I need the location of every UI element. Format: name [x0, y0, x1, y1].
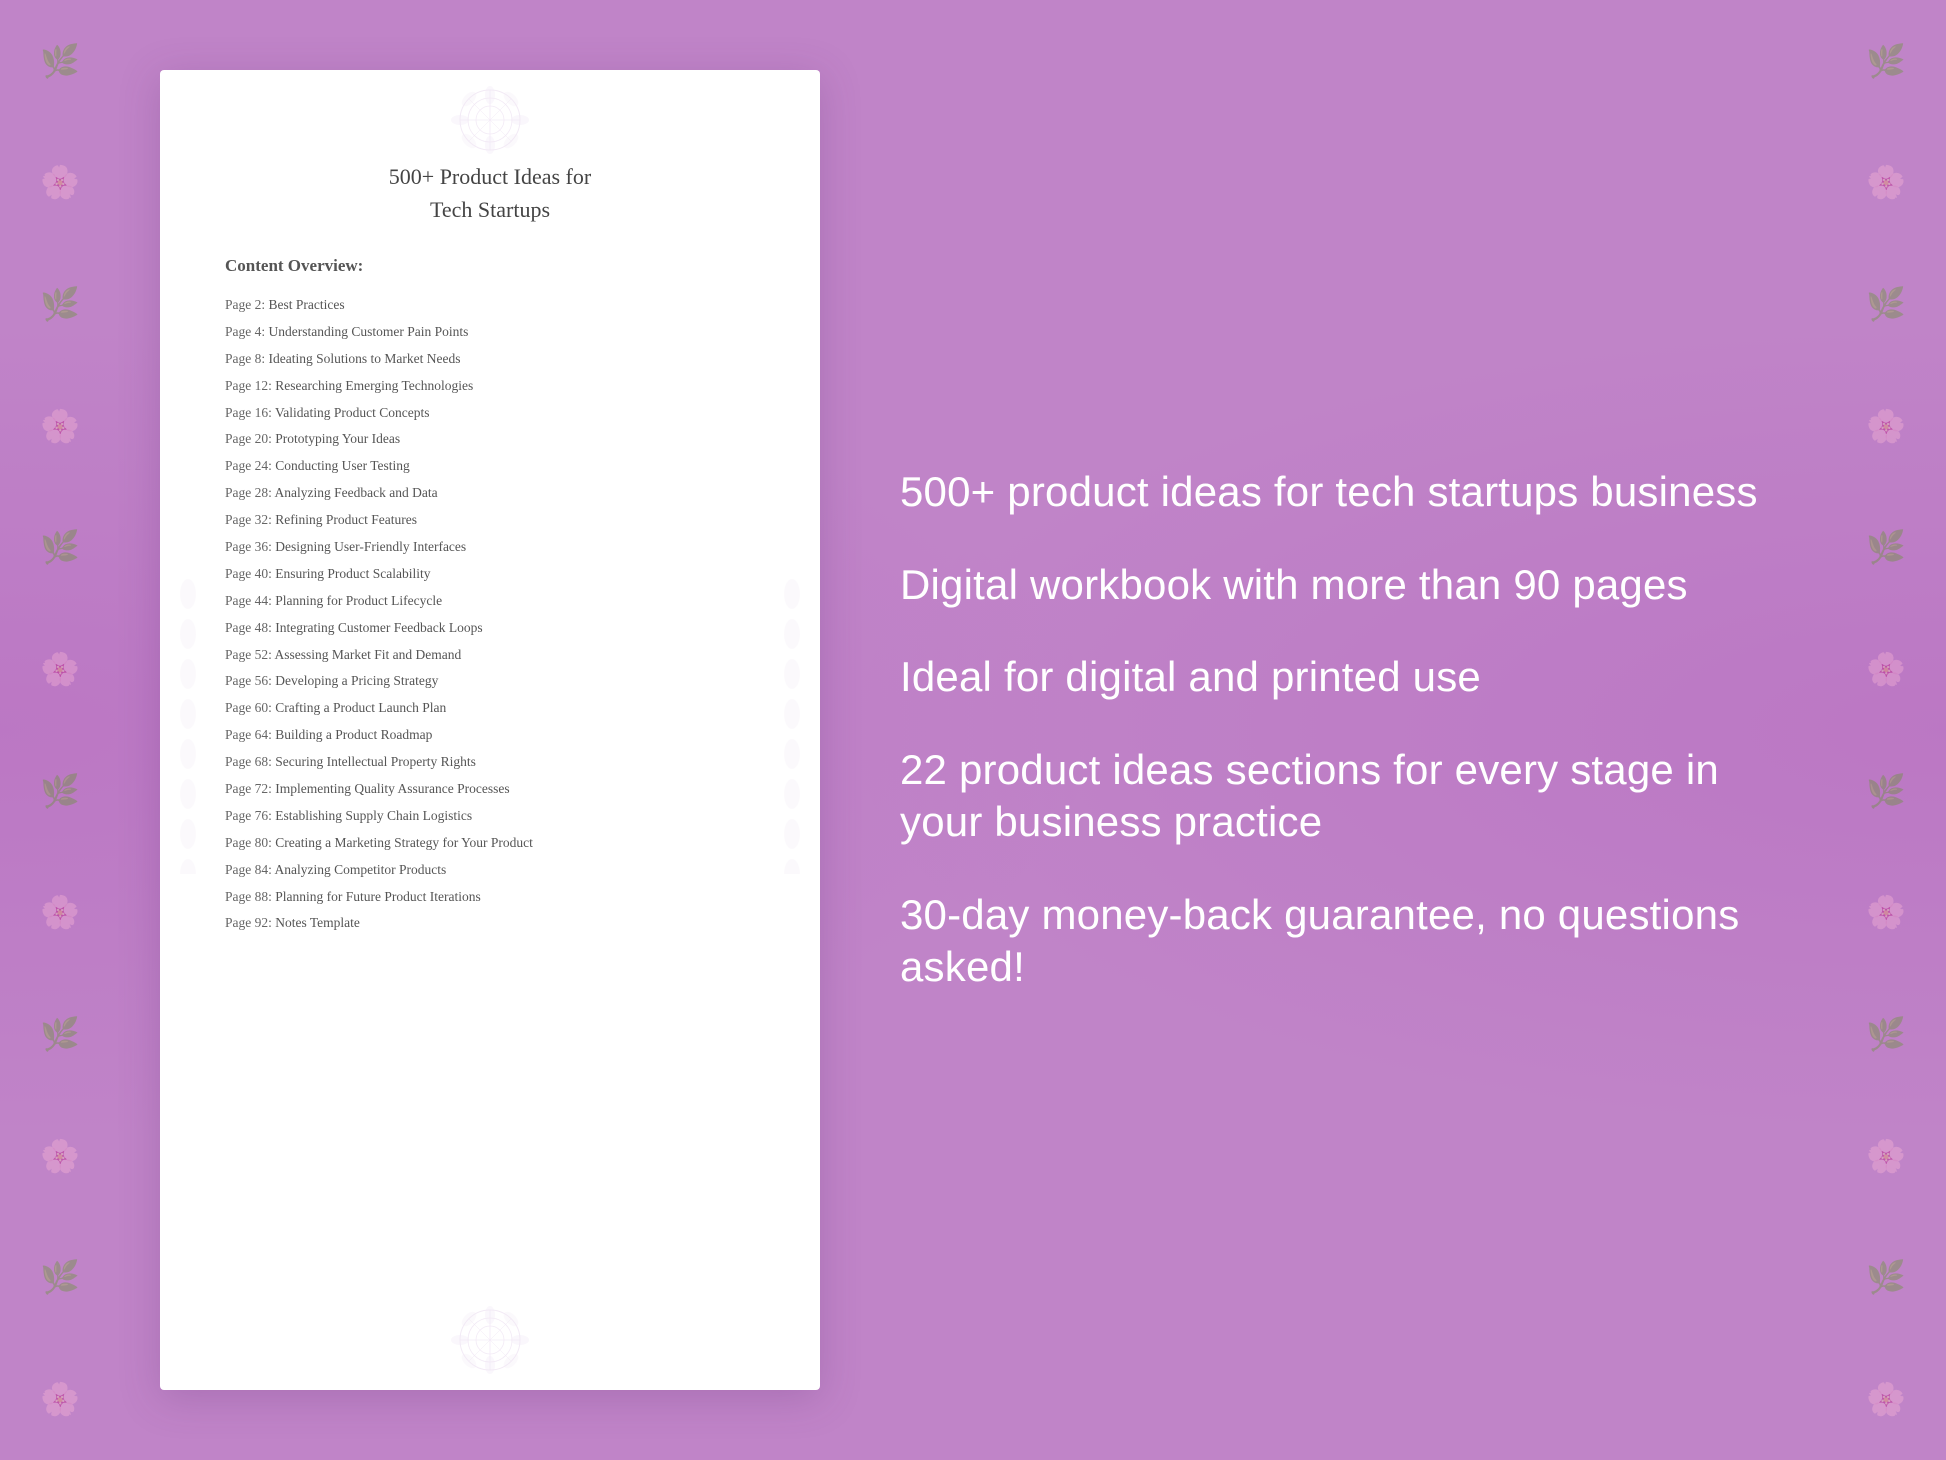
floral-item: 🌸 — [40, 166, 80, 198]
toc-entry: Page 52: Assessing Market Fit and Demand — [215, 642, 765, 669]
toc-entry: Page 60: Crafting a Product Launch Plan — [215, 695, 765, 722]
doc-title-line2: Tech Startups — [430, 197, 550, 222]
toc-entry: Page 32: Refining Product Features — [215, 507, 765, 534]
floral-item: 🌸 — [40, 653, 80, 685]
floral-item: 🌸 — [40, 1140, 80, 1172]
floral-item: 🌸 — [40, 410, 80, 442]
floral-item: 🌿 — [40, 45, 80, 77]
toc-entry: Page 92: Notes Template — [215, 910, 765, 937]
toc-entry: Page 8: Ideating Solutions to Market Nee… — [215, 346, 765, 373]
watermark-top — [340, 80, 640, 160]
toc-entry: Page 48: Integrating Customer Feedback L… — [215, 615, 765, 642]
floral-item: 🌸 — [40, 1383, 80, 1415]
toc-entry: Page 84: Analyzing Competitor Products — [215, 857, 765, 884]
floral-item: 🌸 — [1866, 1383, 1906, 1415]
feature-5: 30-day money-back guarantee, no question… — [900, 889, 1766, 994]
toc-entry: Page 28: Analyzing Feedback and Data — [215, 480, 765, 507]
floral-item: 🌿 — [40, 775, 80, 807]
floral-item: 🌿 — [40, 288, 80, 320]
toc-entry: Page 56: Developing a Pricing Strategy — [215, 668, 765, 695]
floral-item: 🌸 — [40, 896, 80, 928]
toc-entry: Page 36: Designing User-Friendly Interfa… — [215, 534, 765, 561]
document-title: 500+ Product Ideas for Tech Startups — [215, 160, 765, 226]
floral-item: 🌸 — [1866, 166, 1906, 198]
floral-item: 🌿 — [1866, 288, 1906, 320]
floral-item: 🌿 — [1866, 531, 1906, 563]
toc-entry: Page 76: Establishing Supply Chain Logis… — [215, 803, 765, 830]
feature-3: Ideal for digital and printed use — [900, 651, 1766, 704]
floral-item: 🌸 — [1866, 653, 1906, 685]
toc-entry: Page 64: Building a Product Roadmap — [215, 722, 765, 749]
floral-item: 🌸 — [1866, 896, 1906, 928]
floral-item: 🌿 — [1866, 1018, 1906, 1050]
feature-2: Digital workbook with more than 90 pages — [900, 559, 1766, 612]
toc-entry: Page 72: Implementing Quality Assurance … — [215, 776, 765, 803]
content-overview-label: Content Overview: — [225, 256, 765, 276]
watermark-bottom — [340, 1300, 640, 1380]
floral-item: 🌿 — [1866, 45, 1906, 77]
floral-item: 🌿 — [40, 1018, 80, 1050]
floral-item: 🌸 — [1866, 410, 1906, 442]
toc-entry: Page 12: Researching Emerging Technologi… — [215, 373, 765, 400]
floral-item: 🌿 — [40, 531, 80, 563]
toc-entry: Page 68: Securing Intellectual Property … — [215, 749, 765, 776]
floral-border-left: 🌿 🌸 🌿 🌸 🌿 🌸 🌿 🌸 🌿 🌸 🌿 🌸 — [0, 0, 120, 1460]
toc-entry: Page 2: Best Practices — [215, 292, 765, 319]
doc-title-line1: 500+ Product Ideas for — [389, 164, 591, 189]
feature-4: 22 product ideas sections for every stag… — [900, 744, 1766, 849]
watermark-left — [168, 574, 208, 886]
toc-entry: Page 40: Ensuring Product Scalability — [215, 561, 765, 588]
toc-entry: Page 16: Validating Product Concepts — [215, 400, 765, 427]
toc-entry: Page 88: Planning for Future Product Ite… — [215, 884, 765, 911]
watermark-right — [772, 574, 812, 886]
toc-entry: Page 24: Conducting User Testing — [215, 453, 765, 480]
floral-item: 🌿 — [1866, 775, 1906, 807]
features-panel: 500+ product ideas for tech startups bus… — [820, 466, 1866, 994]
feature-1: 500+ product ideas for tech startups bus… — [900, 466, 1766, 519]
toc-entry: Page 44: Planning for Product Lifecycle — [215, 588, 765, 615]
floral-item: 🌿 — [40, 1261, 80, 1293]
document-preview: 500+ Product Ideas for Tech Startups Con… — [160, 70, 820, 1390]
toc-entry: Page 20: Prototyping Your Ideas — [215, 426, 765, 453]
floral-item: 🌸 — [1866, 1140, 1906, 1172]
table-of-contents: Page 2: Best PracticesPage 4: Understand… — [215, 292, 765, 937]
toc-entry: Page 80: Creating a Marketing Strategy f… — [215, 830, 765, 857]
floral-item: 🌿 — [1866, 1261, 1906, 1293]
toc-entry: Page 4: Understanding Customer Pain Poin… — [215, 319, 765, 346]
